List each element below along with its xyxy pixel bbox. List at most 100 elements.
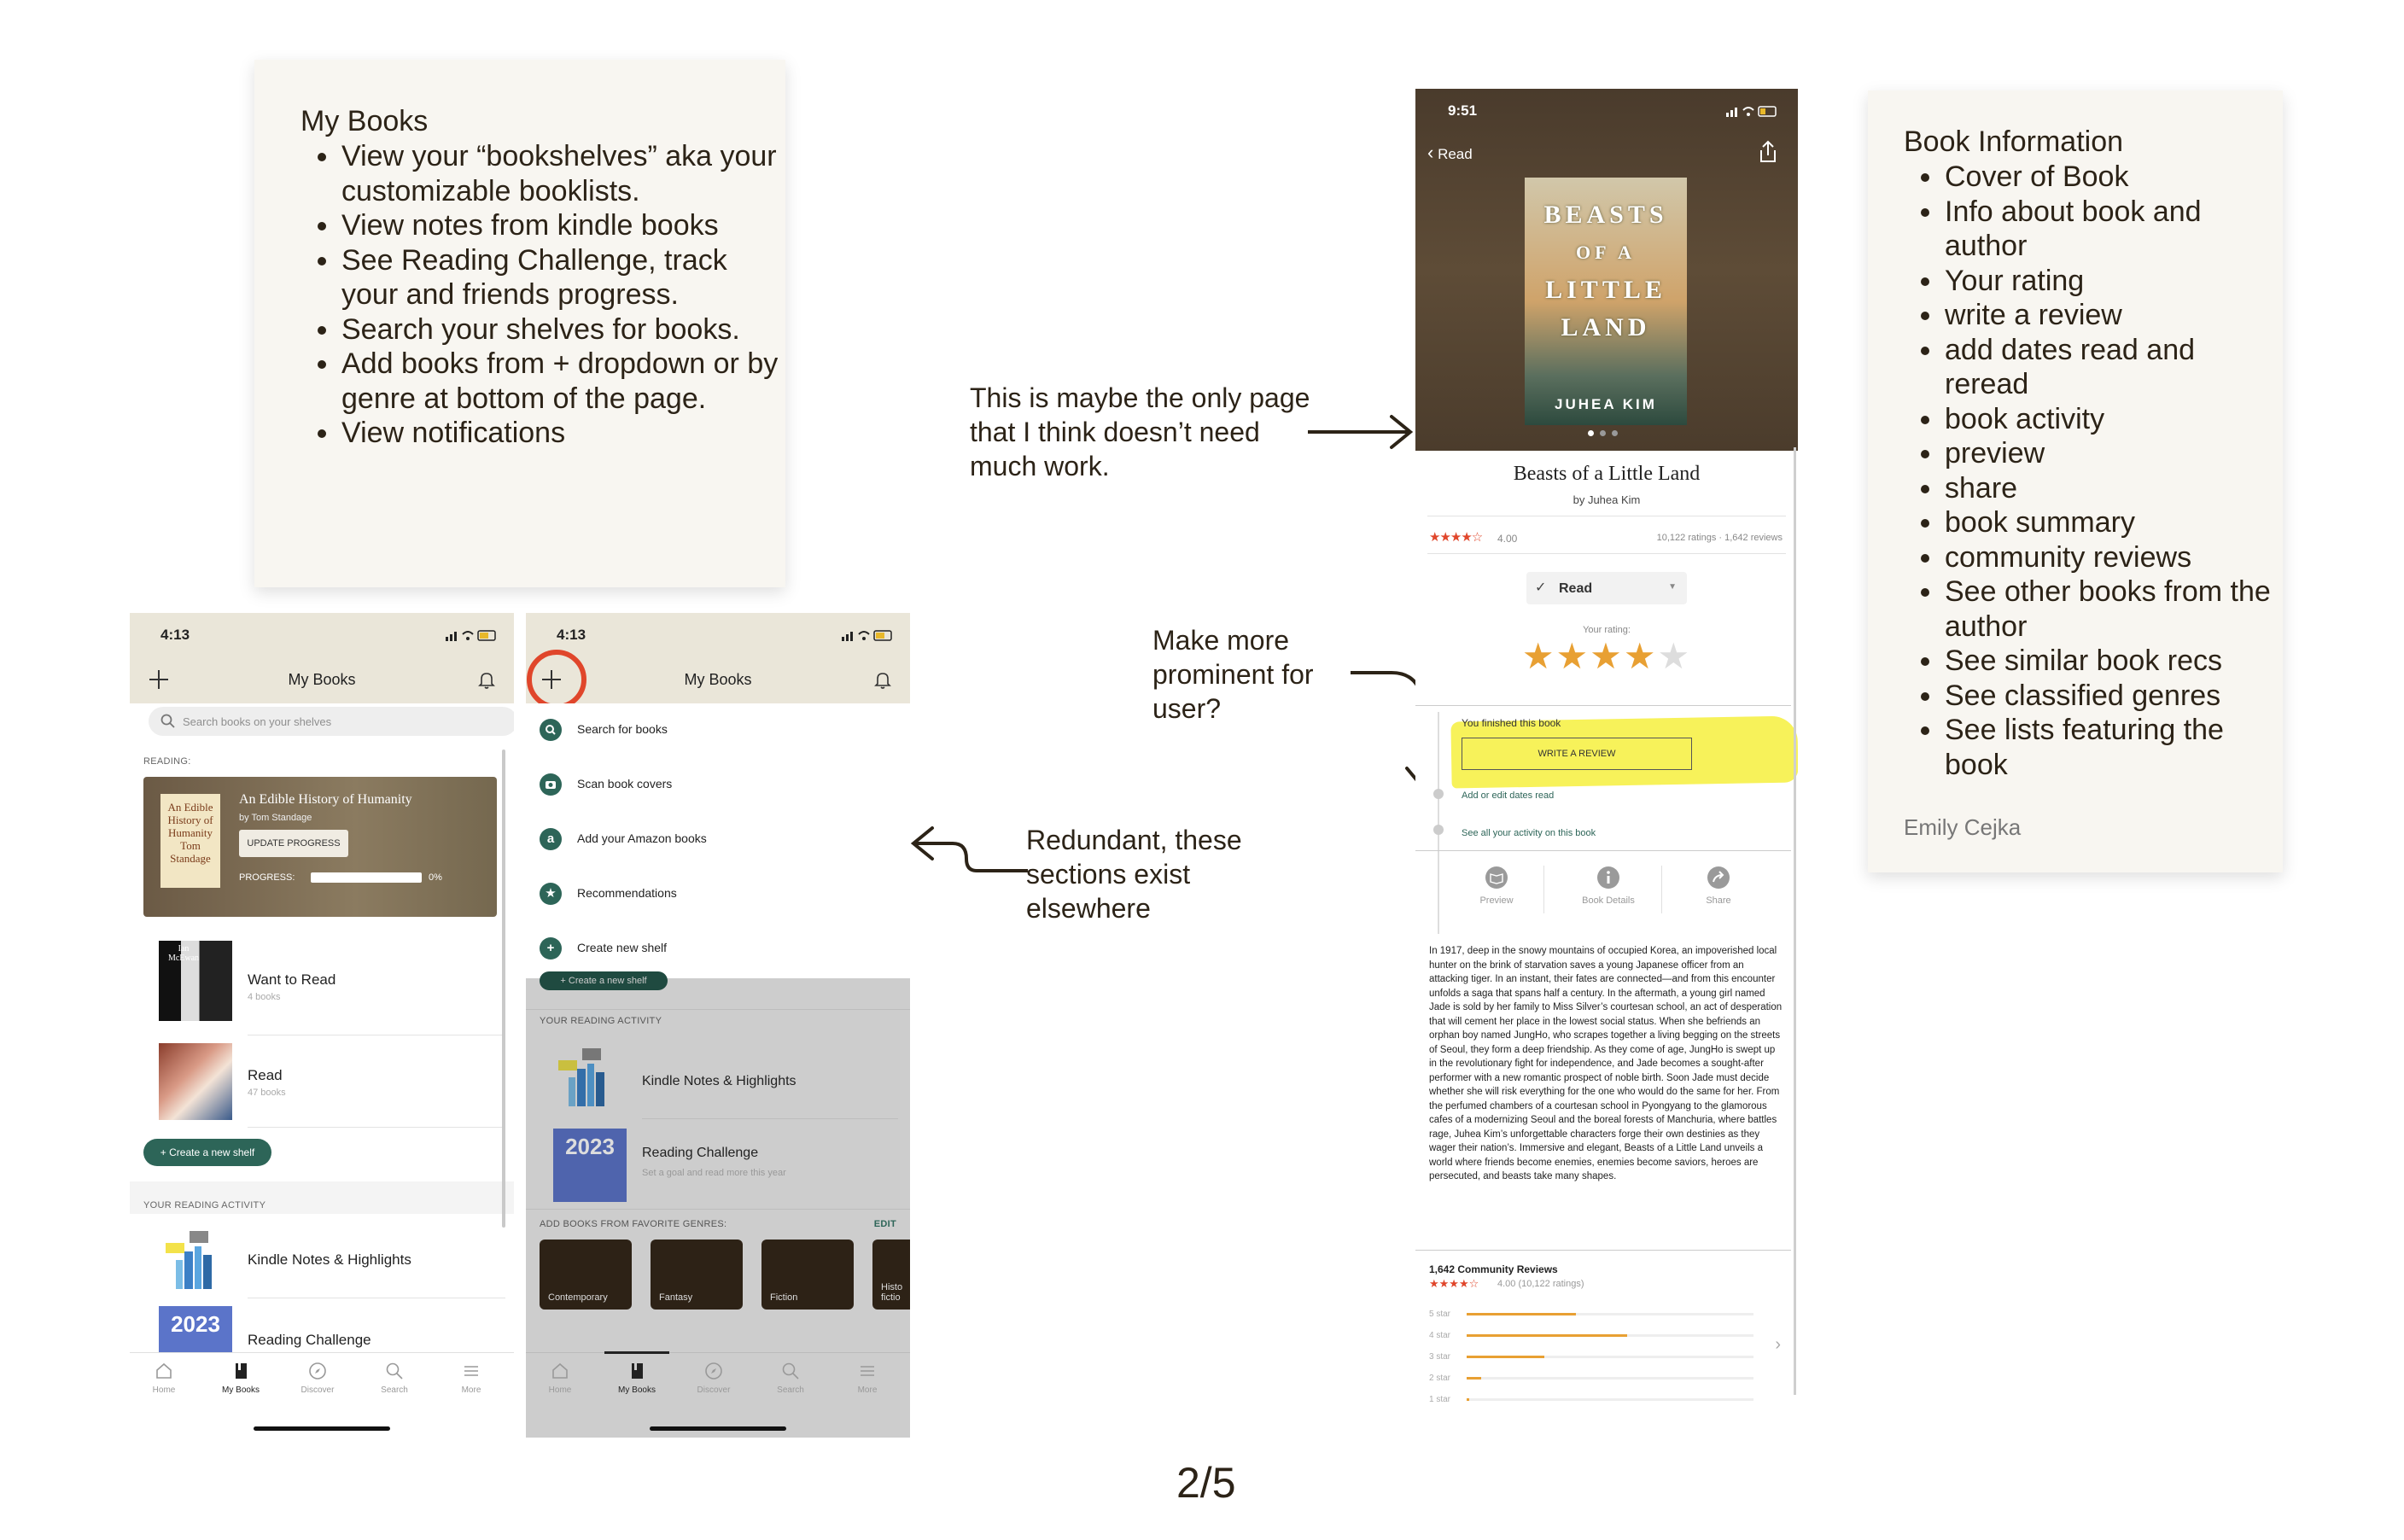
rating-star-icon[interactable]: ★ (1657, 636, 1691, 676)
search-input[interactable]: Search books on your shelves (149, 707, 514, 736)
tab-my-books[interactable]: My Books (603, 1362, 671, 1395)
kindle-notes-row[interactable]: Kindle Notes & Highlights (130, 1219, 505, 1298)
activity-label: YOUR READING ACTIVITY (143, 1200, 266, 1210)
star-row: 5 star (1429, 1308, 1771, 1325)
note-item: View notes from kindle books (300, 208, 785, 243)
star-row-label: 1 star (1429, 1395, 1451, 1404)
status-time: 4:13 (160, 627, 190, 643)
shelf-row[interactable]: Ian McEwan Want to Read 4 books (130, 941, 505, 1035)
challenge-year: 2023 (565, 1134, 615, 1159)
tab-search[interactable]: Search (756, 1362, 825, 1395)
carousel-dots[interactable] (1588, 430, 1631, 437)
activity-link[interactable]: See all your activity on this book (1462, 828, 1596, 838)
menu-item-search[interactable]: Search for books (526, 703, 910, 758)
dates-read-link[interactable]: Add or edit dates read (1462, 790, 1554, 801)
tab-my-books[interactable]: My Books (207, 1362, 275, 1395)
note-item: book summary (1904, 505, 2271, 540)
shelf-status-dropdown[interactable]: ✓ Read ▼ (1526, 572, 1687, 604)
star-row-track (1467, 1398, 1753, 1401)
book-cover-image: BEASTS OF A LITTLE LAND JUHEA KIM (1525, 178, 1687, 425)
shelf-name: Read (248, 1067, 283, 1083)
status-icons (446, 630, 496, 641)
bell-icon[interactable] (872, 669, 893, 690)
scrollbar[interactable] (1794, 447, 1796, 1395)
menu-item-scan[interactable]: Scan book covers (526, 758, 910, 813)
edit-genres-link[interactable]: EDIT (874, 1219, 896, 1229)
genre-card[interactable]: Fiction (761, 1240, 854, 1310)
star-row-label: 4 star (1429, 1331, 1451, 1340)
star-row-fill (1467, 1356, 1544, 1358)
page-number: 2/5 (1176, 1459, 1236, 1507)
book-details-button[interactable]: Book Details (1566, 857, 1651, 906)
your-rating-stars[interactable]: ★★★★★ (1415, 635, 1798, 677)
back-button[interactable]: ‹ Read (1427, 142, 1473, 164)
bell-icon[interactable] (476, 669, 497, 690)
star-row-fill (1467, 1377, 1481, 1380)
share-icon[interactable] (1757, 140, 1779, 164)
star-row-track (1467, 1334, 1753, 1337)
star-row: 4 star (1429, 1329, 1771, 1346)
reading-challenge-row[interactable]: 2023 Reading Challenge (130, 1301, 505, 1352)
preview-button[interactable]: Preview (1458, 857, 1535, 906)
average-rating-stars: ★★★★☆ (1429, 529, 1483, 545)
progress-value: 0% (429, 872, 442, 883)
chevron-right-icon[interactable]: › (1775, 1335, 1781, 1355)
status-icons (842, 630, 892, 641)
note-item: add dates read and reread (1904, 333, 2271, 402)
star-icons: ★★★★☆ (1429, 530, 1483, 545)
note-item: community reviews (1904, 540, 2271, 575)
rating-star-icon[interactable]: ★ (1522, 636, 1556, 676)
genre-card[interactable]: Fantasy (651, 1240, 743, 1310)
note-item: Info about book and author (1904, 195, 2271, 264)
update-progress-button[interactable]: UPDATE PROGRESS (239, 830, 348, 857)
genre-card[interactable]: Contemporary (540, 1240, 632, 1310)
note-title: Book Information (1904, 125, 2124, 158)
star-row-fill (1467, 1398, 1470, 1401)
share-button[interactable]: Share (1680, 857, 1757, 906)
challenge-badge: 2023 (553, 1129, 627, 1202)
menu-item-recommendations[interactable]: ★ Recommendations (526, 867, 910, 922)
tab-discover[interactable]: Discover (680, 1362, 748, 1395)
tab-home[interactable]: Home (526, 1362, 594, 1395)
rating-star-icon[interactable]: ★ (1624, 636, 1658, 676)
cover-title-line: LITTLE (1545, 276, 1666, 304)
shelf-row[interactable]: Read 47 books (130, 1036, 505, 1130)
community-title: 1,642 Community Reviews (1429, 1263, 1558, 1275)
progress-bar (311, 872, 422, 883)
tab-label: Discover (697, 1385, 731, 1395)
star-icons: ★★★★★ (1522, 636, 1691, 676)
current-book-card[interactable]: An Edible History of Humanity Tom Standa… (143, 777, 497, 917)
create-shelf-button[interactable]: + Create a new shelf (143, 1139, 271, 1166)
menu-item-create-shelf[interactable]: + Create new shelf (526, 922, 910, 977)
activity-label: YOUR READING ACTIVITY (540, 1016, 662, 1026)
tab-home[interactable]: Home (130, 1362, 198, 1395)
tab-label: More (857, 1385, 878, 1395)
menu-item-amazon[interactable]: a Add your Amazon books (526, 813, 910, 867)
note-list: Cover of Book Info about book and author… (1904, 160, 2271, 782)
genre-label: Contemporary (548, 1292, 608, 1303)
scrollbar[interactable] (502, 750, 505, 1228)
book-cover: An Edible History of Humanity Tom Standa… (160, 794, 220, 888)
rating-star-icon[interactable]: ★ (1590, 636, 1624, 676)
rating-star-icon[interactable]: ★ (1556, 636, 1590, 676)
timeline-dot (1433, 825, 1444, 835)
tab-search[interactable]: Search (360, 1362, 429, 1395)
star-row: 1 star (1429, 1393, 1771, 1410)
menu-icon (861, 1366, 874, 1376)
arrow-right-icon (1308, 415, 1414, 449)
shelf-count: 47 books (248, 1088, 286, 1098)
search-icon (782, 1362, 799, 1380)
tab-more[interactable]: More (437, 1362, 505, 1395)
divider (526, 1009, 910, 1010)
menu-icon (464, 1366, 478, 1376)
genre-card[interactable]: Histo fictio (872, 1240, 910, 1310)
phone-my-books-screen: 4:13 My Books Search books on your shelv… (130, 613, 514, 1438)
star-row-track (1467, 1313, 1753, 1315)
tab-more[interactable]: More (833, 1362, 902, 1395)
tab-discover[interactable]: Discover (283, 1362, 352, 1395)
book-author: by Juhea Kim (1573, 493, 1641, 506)
write-review-button[interactable]: WRITE A REVIEW (1462, 738, 1692, 770)
challenge-year: 2023 (171, 1311, 220, 1337)
divider (1415, 705, 1791, 706)
menu-item-label: Create new shelf (577, 941, 668, 954)
